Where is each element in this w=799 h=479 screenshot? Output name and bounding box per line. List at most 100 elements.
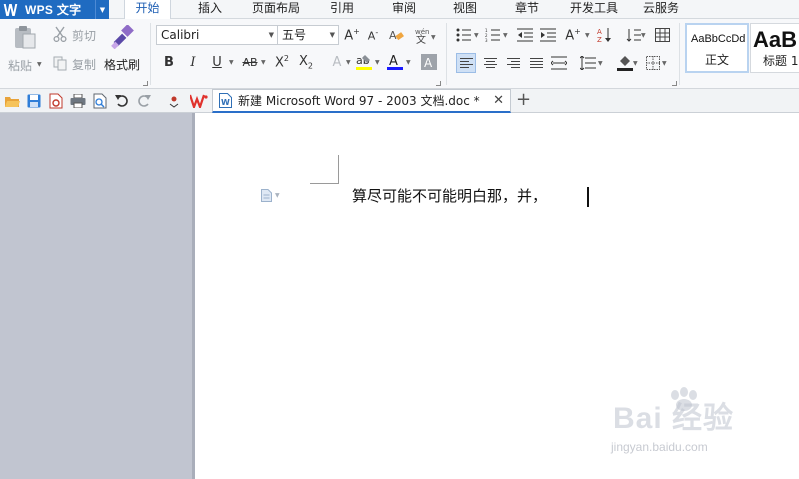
bold-button[interactable]: B: [159, 52, 179, 72]
borders-button[interactable]: [643, 53, 663, 73]
document-text[interactable]: 算尽可能不可能明白那，并，: [352, 185, 547, 206]
strikethrough-button[interactable]: AB: [239, 52, 261, 72]
increase-indent-button[interactable]: [538, 25, 558, 45]
strikethrough-dropdown-icon[interactable]: ▼: [261, 59, 266, 66]
text-cursor: [587, 187, 589, 207]
superscript-button[interactable]: X2: [272, 52, 292, 72]
tab-view[interactable]: 视图: [444, 0, 486, 19]
bullets-dropdown-icon[interactable]: ▼: [474, 32, 479, 39]
paste-label[interactable]: 粘贴: [8, 57, 32, 74]
paste-icon[interactable]: [12, 24, 38, 50]
export-pdf-icon[interactable]: [48, 93, 64, 109]
sort-icon: AZ: [597, 28, 611, 43]
italic-button[interactable]: I: [183, 52, 203, 72]
format-painter-label[interactable]: 格式刷: [104, 56, 140, 73]
decrease-indent-button[interactable]: [515, 25, 535, 45]
grow-font-button[interactable]: A+: [342, 25, 362, 45]
print-icon[interactable]: [70, 93, 86, 109]
tab-references[interactable]: 引用: [321, 0, 363, 19]
margin-crop-mark: [338, 155, 339, 184]
left-gutter: [0, 113, 195, 479]
save-icon[interactable]: [26, 93, 42, 109]
close-icon[interactable]: ✕: [493, 93, 504, 108]
underline-button[interactable]: U: [207, 52, 227, 72]
eraser-icon: A: [389, 29, 404, 42]
clipboard-dialog-launcher-icon[interactable]: [143, 81, 148, 86]
paragraph-dialog-launcher-icon[interactable]: [672, 81, 677, 86]
subscript-button[interactable]: X2: [296, 52, 316, 72]
shrink-font-button[interactable]: A-: [363, 25, 383, 45]
phonetic-guide-icon: wén文 ▼: [415, 28, 436, 44]
shading-button[interactable]: [615, 53, 635, 73]
new-tab-button[interactable]: +: [516, 91, 531, 109]
document-icon: W: [219, 93, 232, 108]
style-heading-1[interactable]: AaB 标题 1: [750, 23, 799, 73]
customize-toolbar-icon[interactable]: [166, 93, 182, 109]
highlight-button[interactable]: ab: [354, 52, 374, 72]
change-case-dropdown-icon[interactable]: ▼: [585, 32, 590, 39]
text-effect-button[interactable]: A: [327, 52, 347, 72]
menu-bar: WPS 文字 ▼ 开始 插入 页面布局 引用 审阅 视图 章节 开发工具 云服务: [0, 0, 799, 20]
align-right-icon: [506, 58, 520, 68]
svg-text:文: 文: [416, 33, 426, 44]
app-dropdown-icon[interactable]: ▼: [95, 0, 109, 19]
style-name: 标题 1: [763, 54, 799, 68]
text-effect-dropdown-icon[interactable]: ▼: [346, 59, 351, 66]
tab-page-layout[interactable]: 页面布局: [247, 0, 305, 19]
align-left-button[interactable]: [456, 53, 476, 73]
align-center-button[interactable]: [480, 53, 500, 73]
style-normal[interactable]: AaBbCcDd 正文: [685, 23, 749, 73]
tab-home[interactable]: 开始: [124, 0, 171, 20]
line-spacing-button[interactable]: [578, 53, 598, 73]
font-size-select[interactable]: 五号 ▼: [277, 25, 339, 45]
print-preview-icon[interactable]: [92, 93, 108, 109]
paragraph-handle[interactable]: ▼: [261, 188, 287, 202]
tab-developer[interactable]: 开发工具: [563, 0, 625, 19]
cut-label[interactable]: 剪切: [72, 27, 96, 44]
font-dialog-launcher-icon[interactable]: [436, 81, 441, 86]
format-painter-icon[interactable]: [110, 24, 136, 50]
phonetic-guide-button[interactable]: wén 文 ▼: [413, 25, 439, 45]
tab-chapter[interactable]: 章节: [506, 0, 548, 19]
paint-bucket-icon: [617, 56, 633, 71]
justify-button[interactable]: [526, 53, 546, 73]
style-preview-text: AaBbCcDd: [691, 33, 746, 45]
underline-dropdown-icon[interactable]: ▼: [229, 59, 234, 66]
paste-dropdown-icon[interactable]: ▼: [37, 61, 42, 68]
undo-icon[interactable]: [114, 93, 130, 109]
paragraph-mark-button[interactable]: AZ: [595, 25, 615, 45]
paragraph-group: ▼ 123 ▼ A+ ▼ AZ ▼ ▼ ▼ ▼: [449, 19, 679, 89]
numbering-dropdown-icon[interactable]: ▼: [503, 32, 508, 39]
align-right-button[interactable]: [503, 53, 523, 73]
char-shading-button[interactable]: A: [419, 52, 439, 72]
document-tab[interactable]: W 新建 Microsoft Word 97 - 2003 文档.doc * ✕: [212, 89, 511, 113]
tab-cloud[interactable]: 云服务: [636, 0, 686, 19]
copy-icon[interactable]: [52, 55, 68, 71]
change-case-button[interactable]: A+: [563, 25, 583, 45]
font-family-select[interactable]: Calibri ▼: [156, 25, 278, 45]
app-menu-button[interactable]: WPS 文字 ▼: [0, 0, 109, 19]
line-spacing-icon: [626, 29, 641, 42]
char-shading-icon: A: [421, 54, 437, 70]
svg-text:▼: ▼: [431, 34, 436, 41]
clear-format-button[interactable]: A: [386, 25, 406, 45]
quick-access-toolbar: W 新建 Microsoft Word 97 - 2003 文档.doc * ✕…: [0, 89, 799, 113]
borders-dropdown-icon[interactable]: ▼: [662, 60, 667, 67]
tab-review[interactable]: 审阅: [383, 0, 425, 19]
table-button[interactable]: [652, 25, 672, 45]
show-hide-dropdown-icon[interactable]: ▼: [641, 32, 646, 39]
line-spacing-dropdown-icon[interactable]: ▼: [598, 60, 603, 67]
ribbon: 粘贴 ▼ 剪切 复制 格式刷 Calibri ▼ 五号 ▼ A+ A- A wé…: [0, 19, 799, 89]
font-color-button[interactable]: A: [385, 52, 405, 72]
highlight-dropdown-icon[interactable]: ▼: [375, 59, 380, 66]
tab-insert[interactable]: 插入: [189, 0, 231, 19]
font-color-dropdown-icon[interactable]: ▼: [406, 59, 411, 66]
cut-icon[interactable]: [52, 26, 68, 42]
bullets-button[interactable]: [454, 25, 474, 45]
distributed-button[interactable]: [549, 53, 569, 73]
redo-icon[interactable]: [136, 93, 152, 109]
open-folder-icon[interactable]: [4, 93, 20, 109]
shading-dropdown-icon[interactable]: ▼: [633, 60, 638, 67]
copy-label[interactable]: 复制: [72, 56, 96, 73]
numbering-button[interactable]: 123: [483, 25, 503, 45]
